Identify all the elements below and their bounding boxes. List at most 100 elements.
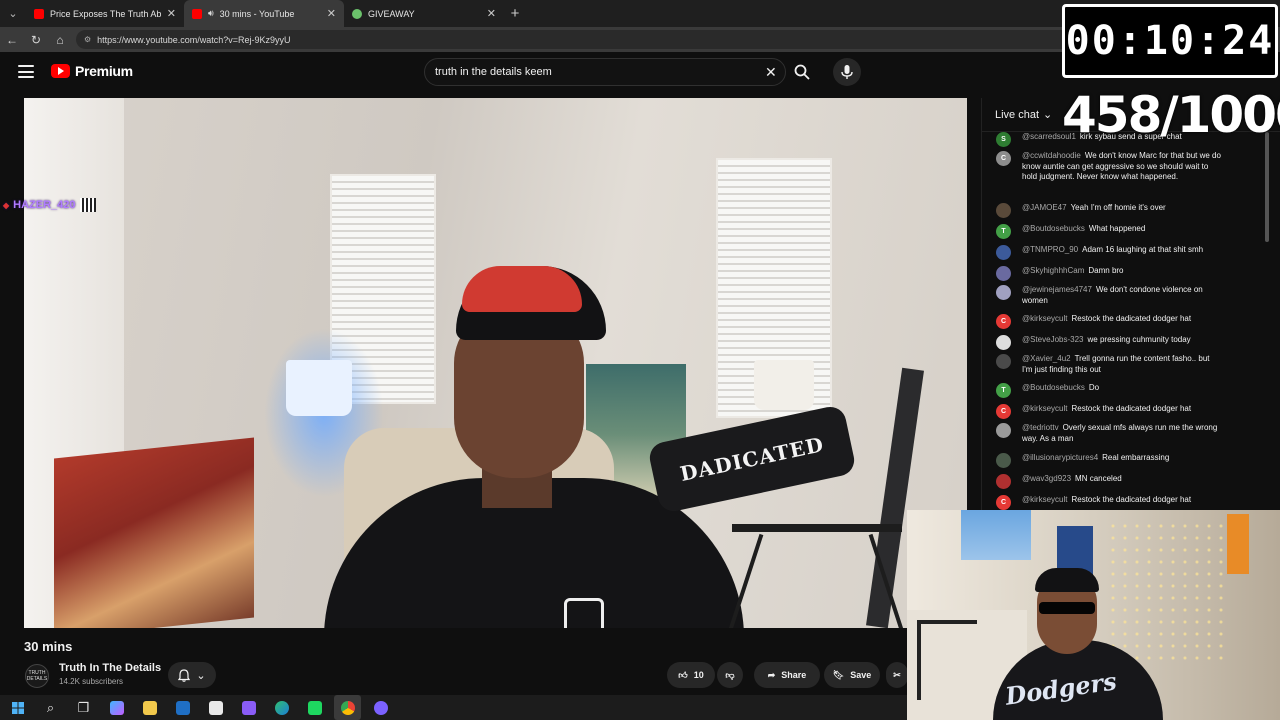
chat-author[interactable]: @Xavier_4u2	[1022, 354, 1071, 363]
search-input[interactable]: truth in the details keem ✕	[424, 58, 786, 86]
copilot-icon[interactable]	[103, 695, 130, 720]
streamer-sunglasses	[1039, 602, 1095, 614]
chat-text: Restock the dadicated dodger hat	[1071, 314, 1192, 323]
tab-giveaway[interactable]: GIVEAWAY ✕	[344, 0, 504, 27]
chat-avatar[interactable]	[996, 266, 1011, 281]
chat-avatar[interactable]: C	[996, 404, 1011, 419]
clip-button[interactable]: ✂	[886, 662, 908, 688]
chat-author[interactable]: @wav3gd923	[1022, 474, 1071, 483]
chrome-favicon-icon	[352, 8, 362, 19]
webcam-overlay: Dodgers	[907, 510, 1280, 720]
chat-author[interactable]: @jewinejames4747	[1022, 285, 1092, 294]
chat-scrollbar[interactable]	[1265, 132, 1269, 242]
reload-icon[interactable]: ↻	[24, 27, 48, 52]
chat-avatar[interactable]	[996, 245, 1011, 260]
voice-search-button[interactable]	[833, 58, 861, 86]
like-button[interactable]: 👍︎ 10	[667, 662, 715, 688]
chat-author[interactable]: @JAMOE47	[1022, 203, 1067, 212]
speaker-icon[interactable]: 🔊︎	[208, 8, 214, 19]
chat-avatar[interactable]	[996, 335, 1011, 350]
alert-icon: ◆	[3, 200, 10, 210]
share-button[interactable]: ➦ Share	[754, 662, 820, 688]
chat-avatar[interactable]	[996, 423, 1011, 438]
chrome-icon[interactable]	[334, 695, 361, 720]
edge-icon[interactable]	[268, 695, 295, 720]
webcam-window	[961, 510, 1031, 560]
new-tab-button[interactable]: +	[504, 5, 526, 22]
chat-text: Real embarrassing	[1102, 453, 1170, 462]
chat-avatar[interactable]: T	[996, 224, 1011, 239]
windows-icon[interactable]	[4, 695, 31, 720]
chat-author[interactable]: @illusionarypictures4	[1022, 453, 1098, 462]
chat-avatar[interactable]: C	[996, 495, 1011, 510]
goal-counter-overlay: 458/1000	[1062, 86, 1280, 144]
chat-avatar[interactable]	[996, 474, 1011, 489]
search-query-text: truth in the details keem	[435, 66, 552, 78]
chat-author[interactable]: @Boutdosebucks	[1022, 224, 1085, 233]
store-icon[interactable]	[202, 695, 229, 720]
youtube-play-icon	[51, 64, 70, 78]
bell-icon	[178, 668, 191, 682]
logo-text: Premium	[75, 63, 133, 79]
chat-author[interactable]: @TNMPRO_90	[1022, 245, 1078, 254]
chat-message-body: @tedriottv Overly sexual mfs always run m…	[1022, 423, 1222, 444]
site-info-icon[interactable]: ⚙︎	[84, 35, 91, 44]
chat-avatar[interactable]: T	[996, 383, 1011, 398]
file-explorer-icon[interactable]	[136, 695, 163, 720]
spotify-icon[interactable]	[301, 695, 328, 720]
discord-icon[interactable]	[367, 695, 394, 720]
tab-youtube-active[interactable]: 🔊︎ 30 mins - YouTube ✕	[184, 0, 344, 27]
chat-avatar[interactable]	[996, 285, 1011, 300]
alert-username: HAZER_420	[13, 199, 76, 211]
tab-price-exposes[interactable]: Price Exposes The Truth About M ✕	[26, 0, 184, 27]
chat-author[interactable]: @kirkseycult	[1022, 404, 1067, 413]
chat-avatar[interactable]	[996, 453, 1011, 468]
save-button[interactable]: 🔖︎ Save	[824, 662, 880, 688]
channel-avatar[interactable]: TRUTH DETAILS	[25, 664, 49, 688]
chat-avatar[interactable]: S	[996, 132, 1011, 147]
qr-code-icon	[79, 198, 96, 212]
chat-author[interactable]: @kirkseycult	[1022, 314, 1067, 323]
chat-avatar[interactable]	[996, 354, 1011, 369]
chat-avatar[interactable]: C	[996, 151, 1011, 166]
bookmark-icon: 🔖︎	[832, 669, 845, 680]
chat-author[interactable]: @kirkseycult	[1022, 495, 1067, 504]
chat-message-body: @ccwitdahoodie We don't know Marc for tha…	[1022, 151, 1222, 183]
back-arrow-icon[interactable]: ←	[0, 27, 24, 52]
close-tab-icon[interactable]: ✕	[487, 7, 496, 20]
clear-search-icon[interactable]: ✕	[765, 64, 777, 81]
video-player[interactable]: DADICATED	[24, 98, 967, 628]
menu-hamburger-icon[interactable]	[18, 65, 34, 78]
chat-text: Yeah I'm off homie it's over	[1070, 203, 1166, 212]
chat-message-body: @wav3gd923 MN canceled	[1022, 474, 1222, 485]
url-field[interactable]: ⚙︎ https://www.youtube.com/watch?v=Rej-9…	[76, 30, 1086, 49]
close-tab-icon[interactable]: ✕	[327, 7, 336, 20]
channel-name[interactable]: Truth In The Details	[59, 662, 161, 674]
youtube-favicon-icon	[192, 8, 202, 19]
dislike-button[interactable]: 👎︎	[717, 662, 743, 688]
thumbs-up-icon: 👍︎	[678, 669, 688, 680]
chat-message-body: @Boutdosebucks What happened	[1022, 224, 1222, 235]
youtube-logo[interactable]: Premium	[51, 63, 133, 79]
task-view-icon[interactable]: ❐	[70, 695, 97, 720]
search-button[interactable]	[788, 58, 816, 86]
search-icon[interactable]: ⌕	[37, 695, 64, 720]
chat-author[interactable]: @SkyhighhhCam	[1022, 266, 1084, 275]
chat-avatar[interactable]	[996, 203, 1011, 218]
close-tab-icon[interactable]: ✕	[167, 7, 176, 20]
chat-author[interactable]: @ccwitdahoodie	[1022, 151, 1081, 160]
chat-message-body: @Boutdosebucks Do	[1022, 383, 1222, 394]
chat-avatar[interactable]: C	[996, 314, 1011, 329]
outlook-icon[interactable]	[169, 695, 196, 720]
chat-message-body: @SkyhighhhCam Damn bro	[1022, 266, 1222, 277]
mobile-icon[interactable]	[235, 695, 262, 720]
chat-author[interactable]: @tedriottv	[1022, 423, 1059, 432]
tab-list-chevron-icon[interactable]: ⌄	[0, 0, 26, 27]
home-icon[interactable]: ⌂	[48, 27, 72, 52]
tab-title: GIVEAWAY	[368, 8, 415, 19]
chat-text: we pressing cuhmunity today	[1087, 335, 1191, 344]
chat-author[interactable]: @SteveJobs-323	[1022, 335, 1084, 344]
chat-message-body: @SteveJobs-323 we pressing cuhmunity toda…	[1022, 335, 1222, 346]
notification-bell-button[interactable]: ⌄	[168, 662, 216, 688]
chat-author[interactable]: @Boutdosebucks	[1022, 383, 1085, 392]
